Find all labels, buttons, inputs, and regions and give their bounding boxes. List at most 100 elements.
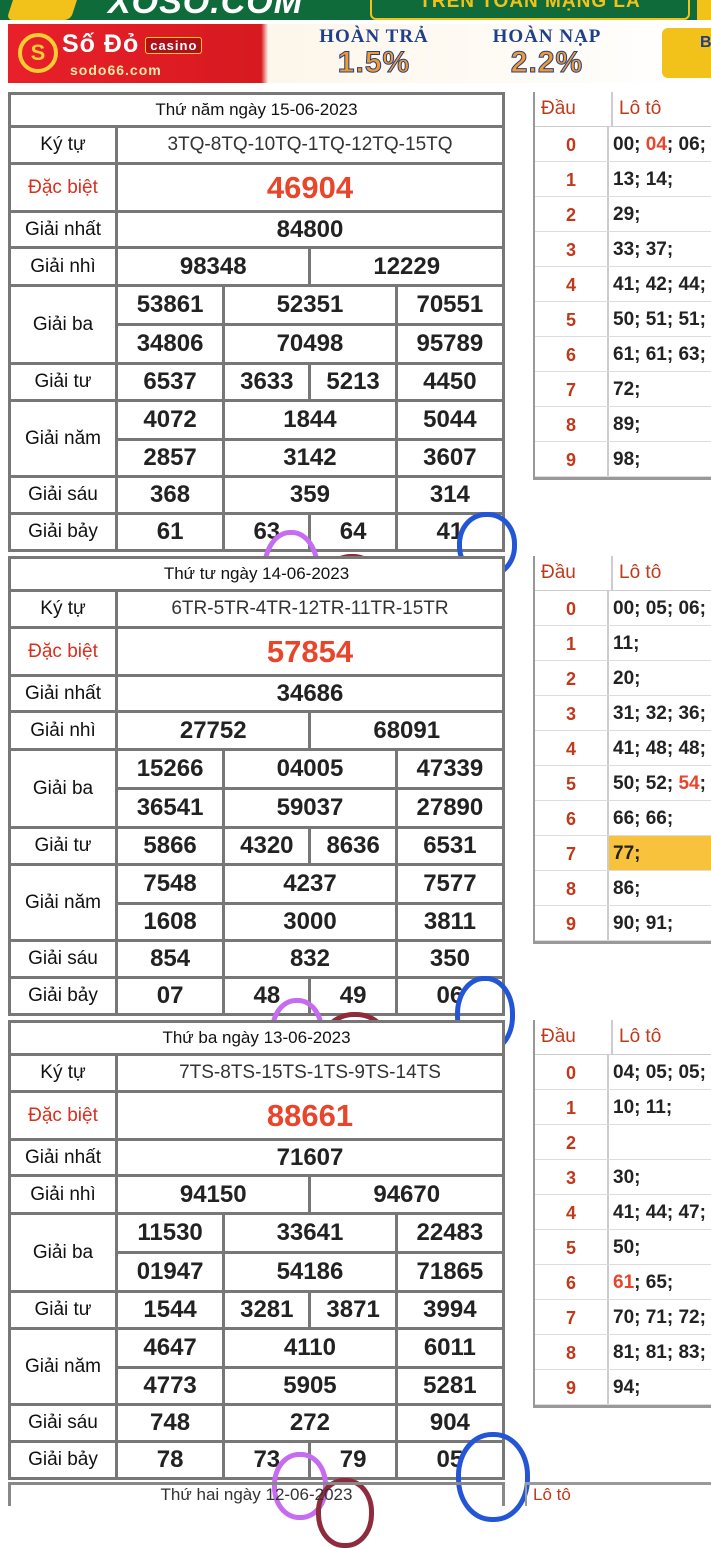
loto-row: 2 20; <box>535 661 711 696</box>
loto-head-digit: 1 <box>565 170 576 190</box>
loto-values: 61; 65; <box>607 1265 711 1299</box>
giai-tu-value: 3871 <box>311 1293 395 1327</box>
giai-bay-value: 63 <box>225 515 309 549</box>
loto-values: 04; 05; 05; 0 <box>607 1055 711 1089</box>
loto-values: 00; 04; 06; 0 <box>607 127 711 161</box>
top-banner[interactable]: XOSO.COM TRÊN TOÀN MẠNG LÀ <box>0 0 711 20</box>
loto-row: 7 77; <box>535 836 711 871</box>
loto-row: 2 29; <box>535 197 711 232</box>
draw-date: Thứ ba ngày 13-06-2023 <box>11 1023 502 1053</box>
giai-tu-value: 4320 <box>225 829 309 863</box>
giai-ba-value: 71865 <box>397 1254 502 1290</box>
ad-corner-button[interactable]: B <box>662 28 711 78</box>
loto-values: 31; 32; 36; 3 <box>607 696 711 730</box>
ad-domain: sodo66.com <box>70 62 162 78</box>
giai-sau-value: 368 <box>118 478 223 512</box>
giai-ba-value: 47339 <box>397 751 502 787</box>
loto-values: 86; <box>607 871 711 905</box>
giai-nam-value: 4237 <box>225 866 395 902</box>
giai-bay-value: 48 <box>225 979 309 1013</box>
loto-table: Đầu Lô tô 0 00; 04; 06; 0 1 13; 14; 2 29; 3 33; 3… <box>533 92 711 480</box>
giai-nam-value: 2857 <box>118 441 223 475</box>
giai-nhi-value: 98348 <box>118 249 309 284</box>
giai-nam-value: 1608 <box>118 905 223 939</box>
next-draw-partial: Thứ hai ngày 12-06-2023 <box>8 1482 505 1506</box>
giai-bay-value: 64 <box>311 515 395 549</box>
loto-head-digit: 8 <box>565 1343 576 1363</box>
row-label-g6: Giải sáu <box>11 1406 115 1440</box>
loto-values: 50; <box>607 1230 711 1264</box>
loto-values: 20; <box>607 661 711 695</box>
ad-deposit-value: 2.2% <box>510 46 584 79</box>
loto-values: 89; <box>607 407 711 441</box>
giai-ba-value: 59037 <box>225 790 395 826</box>
giai-ba-value: 52351 <box>225 287 395 323</box>
loto-values: 50; 52; 54; 5 <box>607 766 711 800</box>
loto-values: 72; <box>607 372 711 406</box>
loto-values: 30; <box>607 1160 711 1194</box>
row-label-g6: Giải sáu <box>11 478 115 512</box>
giai-tu-value: 3994 <box>397 1293 502 1327</box>
loto-row: 3 31; 32; 36; 3 <box>535 696 711 731</box>
loto-header-loto: Lô tô <box>611 1020 711 1054</box>
loto-highlight-number: 54 <box>678 773 700 794</box>
loto-header: Đầu Lô tô <box>535 92 711 127</box>
row-label-kt: Ký tự <box>11 128 115 162</box>
giai-nhat-value: 34686 <box>118 677 502 710</box>
ky-tu-value: 6TR-5TR-4TR-12TR-11TR-15TR <box>118 592 502 626</box>
loto-values: 41; 44; 47; 4 <box>607 1195 711 1229</box>
giai-nhi-value: 94150 <box>118 1177 309 1212</box>
loto-row: 9 98; <box>535 442 711 477</box>
dac-biet-value: 57854 <box>118 629 502 674</box>
giai-nhi-value: 27752 <box>118 713 309 748</box>
loto-head-digit: 5 <box>565 774 576 794</box>
row-label-g2: Giải nhì <box>11 713 115 748</box>
loto-head-digit: 4 <box>565 739 576 759</box>
loto-head-digit: 2 <box>565 669 576 689</box>
loto-head-digit: 7 <box>565 1308 576 1328</box>
row-label-g7: Giải bảy <box>11 1443 115 1477</box>
row-label-g1: Giải nhất <box>11 213 115 246</box>
loto-head-digit: 9 <box>565 914 576 934</box>
loto-values: 94; <box>607 1370 711 1404</box>
loto-values: 77; <box>607 836 711 870</box>
loto-row: 1 11; <box>535 626 711 661</box>
loto-row: 3 33; 37; <box>535 232 711 267</box>
ad-banner[interactable]: S Số Đỏ casino sodo66.com HOÀN TRẢ 1.5% H… <box>8 24 711 83</box>
loto-row: 1 13; 14; <box>535 162 711 197</box>
ky-tu-value: 3TQ-8TQ-10TQ-1TQ-12TQ-15TQ <box>118 128 502 162</box>
giai-bay-value: 41 <box>397 515 502 549</box>
giai-ba-value: 95789 <box>397 326 502 362</box>
loto-row: 7 72; <box>535 372 711 407</box>
row-label-g1: Giải nhất <box>11 677 115 710</box>
giai-bay-value: 78 <box>118 1443 223 1477</box>
giai-nam-value: 1844 <box>225 402 395 438</box>
giai-tu-value: 5213 <box>311 365 395 399</box>
loto-header-dau: Đầu <box>541 562 576 583</box>
dac-biet-value: 46904 <box>118 165 502 210</box>
giai-sau-value: 350 <box>397 942 502 976</box>
giai-tu-value: 4450 <box>397 365 502 399</box>
loto-head-digit: 9 <box>565 1378 576 1398</box>
results-table: Thứ tư ngày 14-06-2023 Ký tự 6TR-5TR-4TR-1… <box>8 556 505 1016</box>
loto-header-loto: Lô tô <box>611 92 711 126</box>
results-table: Thứ ba ngày 13-06-2023 Ký tự 7TS-8TS-15TS-… <box>8 1020 505 1480</box>
loto-head-digit: 0 <box>565 599 576 619</box>
loto-values: 13; 14; <box>607 162 711 196</box>
loto-highlight-number: 04 <box>645 134 667 155</box>
loto-row: 4 41; 42; 44; 4 <box>535 267 711 302</box>
loto-values: 00; 05; 06; 0 <box>607 591 711 625</box>
giai-ba-value: 27890 <box>397 790 502 826</box>
loto-row: 1 10; 11; <box>535 1090 711 1125</box>
giai-ba-value: 22483 <box>397 1215 502 1251</box>
loto-row: 2 <box>535 1125 711 1160</box>
dac-biet-value: 88661 <box>118 1093 502 1138</box>
loto-head-digit: 8 <box>565 879 576 899</box>
loto-head-digit: 6 <box>565 1273 576 1293</box>
loto-values: 41; 48; 48; 4 <box>607 731 711 765</box>
giai-bay-value: 73 <box>225 1443 309 1477</box>
loto-row: 6 61; 61; 63; 6 <box>535 337 711 372</box>
giai-ba-value: 70551 <box>397 287 502 323</box>
giai-ba-value: 54186 <box>225 1254 395 1290</box>
loto-head-digit: 2 <box>565 1133 576 1153</box>
